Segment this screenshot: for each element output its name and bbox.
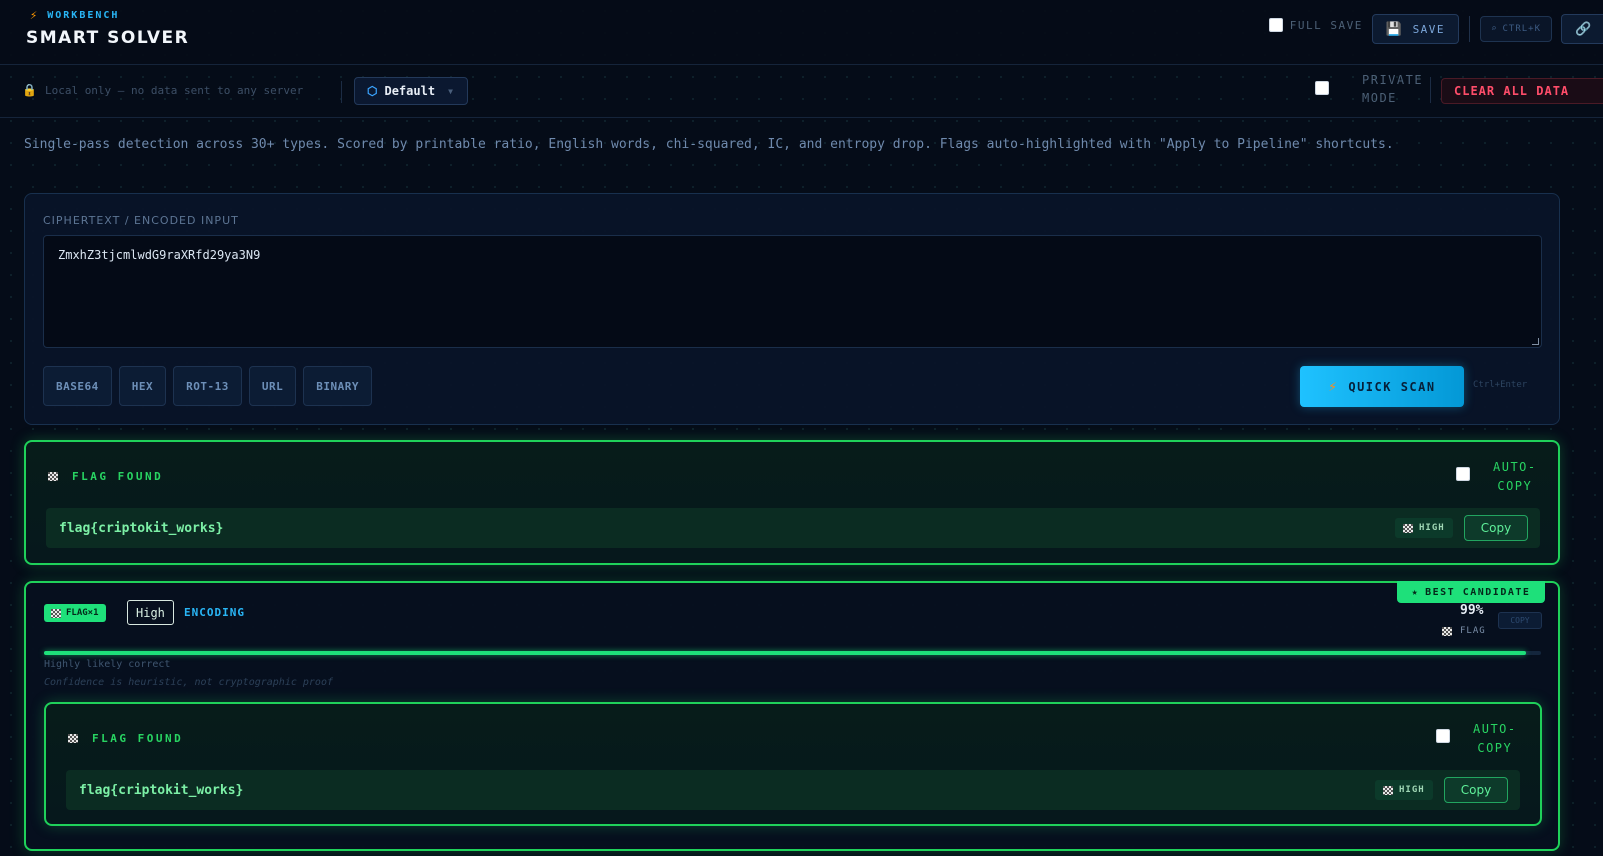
flag-found-label: FLAG FOUND xyxy=(92,732,184,745)
full-save-label: FULL SAVE xyxy=(1289,18,1363,32)
star-icon: ★ xyxy=(1411,586,1420,598)
confidence-label: HIGH xyxy=(1399,785,1425,795)
copy-flag-button[interactable]: Copy xyxy=(1444,777,1508,803)
profile-selector[interactable]: ⬡ Default ▼ xyxy=(354,77,468,105)
status-bar: 🔒 Local only — no data sent to any serve… xyxy=(0,65,1603,118)
clear-all-data-button[interactable]: CLEAR ALL DATA xyxy=(1441,78,1603,104)
floppy-icon: 💾 xyxy=(1385,21,1404,37)
disclaimer-text: Confidence is heuristic, not cryptograph… xyxy=(44,677,333,688)
nested-flag-found-banner: FLAG FOUND AUTO- COPY flag{criptokit_wor… xyxy=(44,702,1542,826)
checkered-flag-icon xyxy=(68,734,78,743)
app-header: ⚡ WORKBENCH SMART SOLVER FULL SAVE 💾 SAV… xyxy=(0,0,1603,65)
private-mode-checkbox[interactable] xyxy=(1315,81,1329,95)
flag-value: flag{criptokit_works} xyxy=(79,782,244,798)
scan-shortcut-hint: Ctrl+Enter xyxy=(1473,380,1528,390)
checkered-flag-icon xyxy=(1442,626,1452,636)
auto-copy-label: AUTO- COPY xyxy=(1493,458,1537,496)
flag-found-banner: FLAG FOUND AUTO- COPY flag{criptokit_wor… xyxy=(24,440,1560,565)
flag-row: flag{criptokit_works} HIGH Copy xyxy=(66,770,1520,810)
header-actions: FULL SAVE 💾 SAVE ⌕ CTRL+K 🔗 xyxy=(1268,14,1603,44)
auto-copy-line1: AUTO- xyxy=(1493,460,1537,474)
input-label: CIPHERTEXT / ENCODED INPUT xyxy=(43,214,239,227)
ciphertext-value: ZmxhZ3tjcmlwdG9raXRfd29ya3N9 xyxy=(58,248,261,262)
category-tag: ENCODING xyxy=(184,606,245,619)
confidence-label: HIGH xyxy=(1419,523,1445,533)
subbar-divider-right xyxy=(1430,77,1431,103)
auto-copy-line2: COPY xyxy=(1497,479,1533,493)
page-title: SMART SOLVER xyxy=(26,28,190,48)
ciphertext-input[interactable]: ZmxhZ3tjcmlwdG9raXRfd29ya3N9 xyxy=(43,235,1542,348)
flag-marker: FLAG xyxy=(1442,626,1486,636)
private-mode-line2: MODE xyxy=(1362,91,1397,105)
flag-found-title: FLAG FOUND xyxy=(48,470,163,483)
flag-row: flag{criptokit_works} HIGH Copy xyxy=(46,508,1540,548)
confidence-badge: HIGH xyxy=(1395,518,1453,538)
share-link-button[interactable]: 🔗 xyxy=(1561,14,1603,44)
flag-value: flag{criptokit_works} xyxy=(59,520,224,536)
save-label: SAVE xyxy=(1412,22,1446,36)
chevron-down-icon: ▼ xyxy=(448,86,453,96)
full-save-toggle[interactable]: FULL SAVE xyxy=(1268,18,1363,32)
quick-scan-button[interactable]: ⚡ QUICK SCAN xyxy=(1300,366,1464,407)
flag-count-tag: FLAG×1 xyxy=(44,604,106,622)
score-percent: 99% xyxy=(1460,603,1484,618)
search-icon: ⌕ xyxy=(1491,24,1498,34)
copy-result-button[interactable]: COPY xyxy=(1498,612,1542,629)
confidence-bar xyxy=(44,651,1541,655)
best-candidate-label: BEST CANDIDATE xyxy=(1425,586,1531,598)
app-eyebrow: ⚡ WORKBENCH xyxy=(30,8,119,22)
auto-copy-line1: AUTO- xyxy=(1473,722,1517,736)
link-icon: 🔗 xyxy=(1575,21,1592,37)
checkered-flag-icon xyxy=(1383,785,1393,795)
subbar-divider xyxy=(341,81,342,103)
bolt-icon: ⚡ xyxy=(1328,378,1339,395)
lock-icon: 🔒 xyxy=(22,83,37,97)
page-description: Single-pass detection across 30+ types. … xyxy=(24,137,1394,152)
hexagon-icon: ⬡ xyxy=(367,84,378,98)
auto-copy-checkbox[interactable] xyxy=(1456,467,1470,481)
copy-flag-button[interactable]: Copy xyxy=(1464,515,1528,541)
best-candidate-badge: ★ BEST CANDIDATE xyxy=(1397,581,1545,603)
local-only-notice: 🔒 Local only — no data sent to any serve… xyxy=(22,83,303,97)
flag-count-label: FLAG×1 xyxy=(66,608,99,618)
private-mode-line1: PRIVATE xyxy=(1362,73,1424,87)
profile-label: Default xyxy=(384,84,436,98)
quick-scan-label: QUICK SCAN xyxy=(1348,379,1436,394)
result-card: ★ BEST CANDIDATE FLAG×1 High ENCODING 99… xyxy=(24,581,1560,851)
confidence-tag: High xyxy=(127,600,174,625)
checkered-flag-icon xyxy=(51,608,61,618)
flag-found-label: FLAG FOUND xyxy=(72,470,164,483)
eyebrow-label: WORKBENCH xyxy=(47,9,120,21)
checkered-flag-icon xyxy=(48,472,58,481)
command-palette-button[interactable]: ⌕ CTRL+K xyxy=(1480,16,1552,42)
auto-copy-label: AUTO- COPY xyxy=(1473,720,1517,758)
encoding-chips: BASE64 HEX ROT-13 URL BINARY xyxy=(43,366,372,406)
auto-copy-line2: COPY xyxy=(1477,741,1513,755)
save-button[interactable]: 💾 SAVE xyxy=(1371,14,1460,44)
chip-base64[interactable]: BASE64 xyxy=(43,366,112,406)
verdict-text: Highly likely correct xyxy=(44,659,171,670)
resize-grip[interactable] xyxy=(1532,338,1539,345)
chip-rot13[interactable]: ROT-13 xyxy=(173,366,242,406)
chip-hex[interactable]: HEX xyxy=(118,366,167,406)
header-divider xyxy=(1469,16,1471,42)
bolt-icon: ⚡ xyxy=(30,8,40,22)
confidence-bar-fill xyxy=(44,651,1527,655)
flag-found-title: FLAG FOUND xyxy=(68,732,183,745)
private-mode-label: PRIVATE MODE xyxy=(1362,71,1423,107)
checkered-flag-icon xyxy=(1403,523,1413,533)
auto-copy-checkbox[interactable] xyxy=(1436,729,1450,743)
chip-binary[interactable]: BINARY xyxy=(303,366,372,406)
full-save-checkbox[interactable] xyxy=(1268,18,1283,32)
input-card: CIPHERTEXT / ENCODED INPUT ZmxhZ3tjcmlwd… xyxy=(24,193,1560,425)
flag-marker-label: FLAG xyxy=(1460,626,1486,636)
shortcut-label: CTRL+K xyxy=(1502,24,1541,34)
confidence-badge: HIGH xyxy=(1375,780,1433,800)
chip-url[interactable]: URL xyxy=(248,366,297,406)
local-only-text: Local only — no data sent to any server xyxy=(44,83,304,97)
